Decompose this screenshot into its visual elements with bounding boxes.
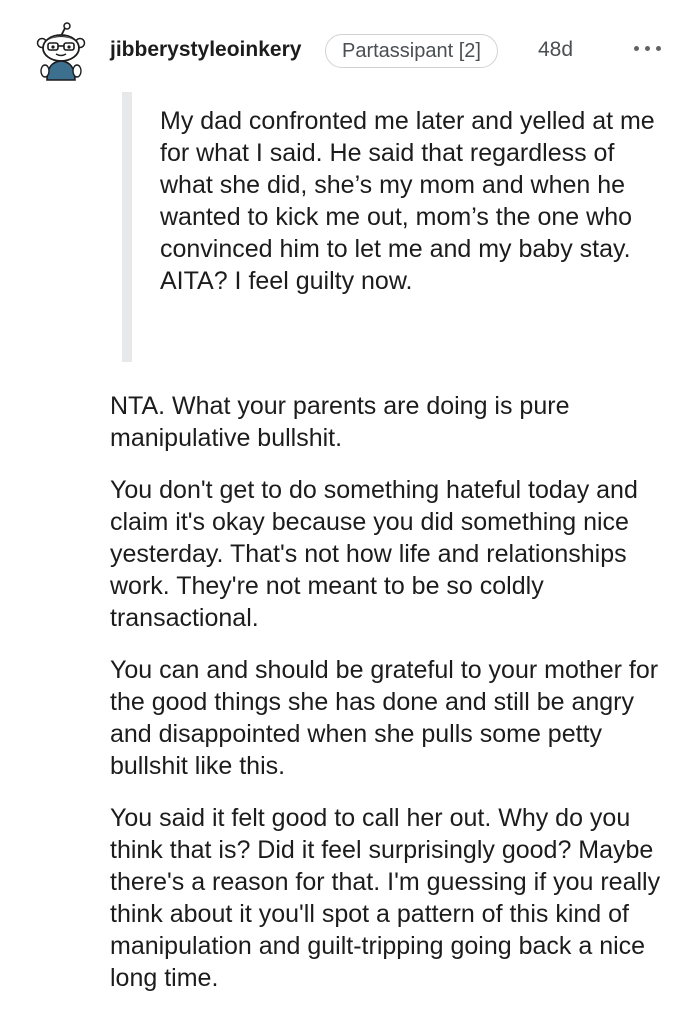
quote-text: My dad confronted me later and yelled at… [160,107,655,295]
comment-header: jibberystyleoinkery Partassipant [2] 48d [0,0,700,100]
more-dot [645,46,650,51]
comment-body: NTA. What your parents are doing is pure… [110,390,682,1014]
comment-paragraph: You can and should be grateful to your m… [110,656,659,780]
quote-bar [122,92,132,362]
snoo-avatar-icon[interactable] [30,22,92,84]
user-flair-badge: Partassipant [2] [325,34,498,68]
comment-paragraph: You don't get to do something hateful to… [110,476,638,632]
comment-author[interactable]: jibberystyleoinkery [110,38,301,62]
comment-timestamp: 48d [538,38,574,61]
comment-paragraph: You said it felt good to call her out. W… [110,804,661,992]
comment-paragraph: NTA. What your parents are doing is pure… [110,392,570,452]
more-dot [656,46,661,51]
quoted-text-block: My dad confronted me later and yelled at… [122,92,655,362]
more-options-icon[interactable] [628,30,672,66]
more-dot [634,46,639,51]
